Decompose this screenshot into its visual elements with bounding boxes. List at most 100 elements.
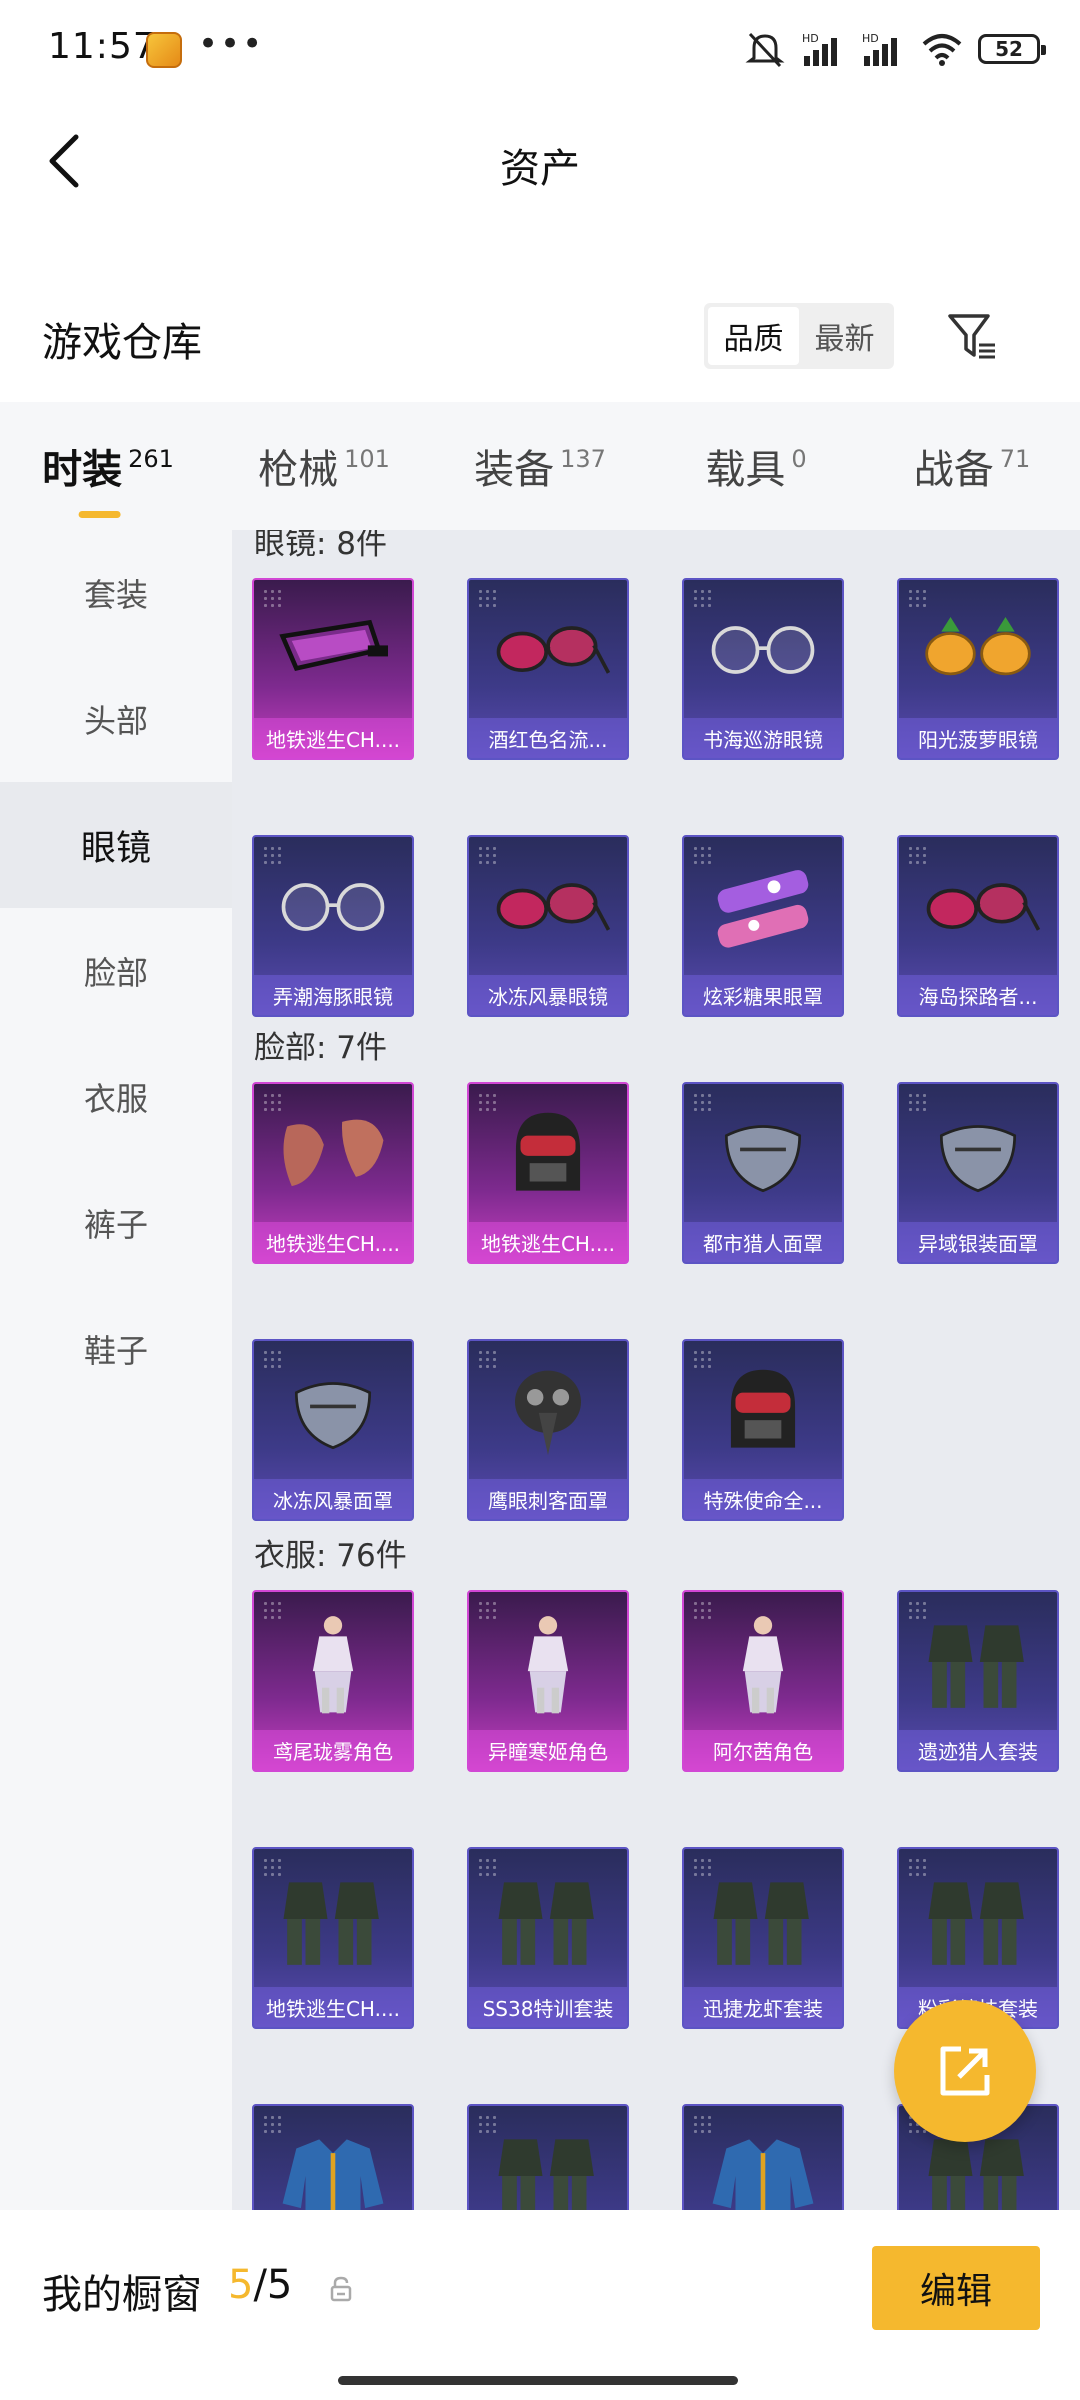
- item-name: 特殊使命全...: [684, 1479, 842, 1519]
- item-name: 遗迹猎人套装: [899, 1730, 1057, 1770]
- more-notifications-icon: •••: [198, 24, 265, 64]
- showcase-bar: 我的橱窗 5/5 编辑: [0, 2210, 1080, 2400]
- sidebar-item-face[interactable]: 脸部: [0, 908, 232, 1034]
- tab-guns[interactable]: 枪械 101: [216, 402, 432, 530]
- item-name: 地铁逃生CH....: [254, 718, 412, 758]
- sort-newest-option[interactable]: 最新: [799, 307, 890, 365]
- item-card[interactable]: 地铁逃生CH....: [252, 1082, 414, 1264]
- sidebar-item-shoes[interactable]: 鞋子: [0, 1286, 232, 1412]
- tab-count: 261: [128, 445, 174, 473]
- item-name: 冰冻风暴面罩: [254, 1479, 412, 1519]
- item-card[interactable]: 特殊使命全...: [682, 1339, 844, 1521]
- item-card[interactable]: 书海巡游眼镜: [682, 578, 844, 760]
- helmet-image: [469, 1084, 627, 1224]
- item-card[interactable]: 炫彩糖果眼罩: [682, 835, 844, 1017]
- item-content-area[interactable]: 眼镜: 8件 地铁逃生CH.... 酒红色名流... 书海巡游眼镜 阳光菠萝眼镜弄潮海…: [232, 530, 1080, 2210]
- warehouse-title: 游戏仓库: [42, 320, 202, 366]
- item-card[interactable]: 阳光菠萝眼镜: [897, 578, 1059, 760]
- tab-count: 71: [999, 445, 1031, 473]
- status-time: 11:57: [48, 26, 157, 67]
- jacket-image: [254, 2106, 412, 2210]
- item-card[interactable]: [682, 2104, 844, 2210]
- tab-vehicles[interactable]: 载具 0: [648, 402, 864, 530]
- status-icons: HD HD 52: [744, 26, 1046, 72]
- sunglasses-image: [469, 580, 627, 720]
- section-title-glasses: 眼镜: 8件: [254, 530, 388, 562]
- sidebar-item-clothes[interactable]: 衣服: [0, 1034, 232, 1160]
- sidebar-item-pants[interactable]: 裤子: [0, 1160, 232, 1286]
- share-button[interactable]: [894, 2000, 1036, 2142]
- tab-label: 装备: [474, 447, 555, 493]
- sidebar-item-glasses[interactable]: 眼镜: [0, 782, 232, 908]
- character-image: [684, 1592, 842, 1732]
- svg-text:HD: HD: [802, 32, 819, 45]
- item-grid-face: 地铁逃生CH.... 地铁逃生CH.... 都市猎人面罩 异域银装面罩冰冻风暴面罩 鹰眼…: [252, 1082, 1080, 1521]
- edit-button[interactable]: 编辑: [872, 2246, 1040, 2330]
- showcase-count: 5/5: [228, 2262, 292, 2308]
- character-image: [254, 1592, 412, 1732]
- item-card[interactable]: 异域银装面罩: [897, 1082, 1059, 1264]
- tab-count: 137: [560, 445, 606, 473]
- sidebar-item-suits[interactable]: 套装: [0, 530, 232, 656]
- item-card[interactable]: 地铁逃生CH....: [252, 1847, 414, 2029]
- lock-icon: [330, 2276, 352, 2302]
- item-card[interactable]: 海岛探路者...: [897, 835, 1059, 1017]
- category-tabs: 时装 261 枪械 101 装备 137 载具 0 战备 71: [0, 402, 1080, 530]
- bandana-image: [254, 1084, 412, 1224]
- item-name: 异域银装面罩: [899, 1222, 1057, 1262]
- tab-fashion[interactable]: 时装 261: [0, 402, 216, 530]
- item-card[interactable]: 遗迹猎人套装: [897, 1590, 1059, 1772]
- page-title: 资产: [500, 146, 580, 192]
- item-card[interactable]: 酒红色名流...: [467, 578, 629, 760]
- item-card[interactable]: 地铁逃生CH....: [252, 578, 414, 760]
- tab-label: 枪械: [258, 447, 339, 493]
- item-card[interactable]: 冰冻风暴眼镜: [467, 835, 629, 1017]
- jacket-image: [684, 2106, 842, 2210]
- item-card[interactable]: 阿尔茜角色: [682, 1590, 844, 1772]
- app-notification-icon: [146, 32, 182, 68]
- status-bar: 11:57 ••• HD HD 52: [0, 0, 1080, 96]
- sort-quality-option[interactable]: 品质: [708, 307, 799, 365]
- home-indicator[interactable]: [338, 2376, 738, 2385]
- item-name: 异瞳寒姬角色: [469, 1730, 627, 1770]
- item-name: 迅捷龙虾套装: [684, 1987, 842, 2027]
- top-header: 资产: [0, 96, 1080, 226]
- item-card[interactable]: [252, 2104, 414, 2210]
- item-name: 都市猎人面罩: [684, 1222, 842, 1262]
- mask-image: [684, 1084, 842, 1224]
- item-card[interactable]: [467, 2104, 629, 2210]
- item-name: 炫彩糖果眼罩: [684, 975, 842, 1015]
- item-name: 酒红色名流...: [469, 718, 627, 758]
- item-name: 地铁逃生CH....: [469, 1222, 627, 1262]
- item-card[interactable]: 地铁逃生CH....: [467, 1082, 629, 1264]
- item-card[interactable]: 冰冻风暴面罩: [252, 1339, 414, 1521]
- item-name: SS38特训套装: [469, 1987, 627, 2027]
- tab-equipment[interactable]: 装备 137: [432, 402, 648, 530]
- mask-image: [254, 1341, 412, 1481]
- tab-label: 载具: [705, 447, 786, 493]
- sunglasses-image: [899, 837, 1057, 977]
- item-card[interactable]: 迅捷龙虾套装: [682, 1847, 844, 2029]
- item-name: 阳光菠萝眼镜: [899, 718, 1057, 758]
- filter-button[interactable]: [940, 305, 1004, 369]
- item-card[interactable]: 鸢尾珑雾角色: [252, 1590, 414, 1772]
- svg-text:HD: HD: [862, 32, 879, 45]
- item-card[interactable]: 鹰眼刺客面罩: [467, 1339, 629, 1521]
- item-name: 地铁逃生CH....: [254, 1222, 412, 1262]
- item-name: 鹰眼刺客面罩: [469, 1479, 627, 1519]
- hd-signal-icon: HD: [862, 32, 897, 66]
- battery-icon: 52: [978, 34, 1046, 64]
- sort-toggle: 品质 最新: [704, 303, 894, 369]
- item-card[interactable]: 异瞳寒姬角色: [467, 1590, 629, 1772]
- hd-signal-icon: HD: [802, 32, 837, 66]
- helmet-image: [684, 1341, 842, 1481]
- tab-supplies[interactable]: 战备 71: [864, 402, 1080, 530]
- wifi-icon: [922, 34, 962, 66]
- item-card[interactable]: 都市猎人面罩: [682, 1082, 844, 1264]
- sidebar-item-head[interactable]: 头部: [0, 656, 232, 782]
- tab-label: 时装: [42, 447, 123, 493]
- outfit-image: [469, 1849, 627, 1989]
- item-card[interactable]: 弄潮海豚眼镜: [252, 835, 414, 1017]
- sunglasses-image: [469, 837, 627, 977]
- item-card[interactable]: SS38特训套装: [467, 1847, 629, 2029]
